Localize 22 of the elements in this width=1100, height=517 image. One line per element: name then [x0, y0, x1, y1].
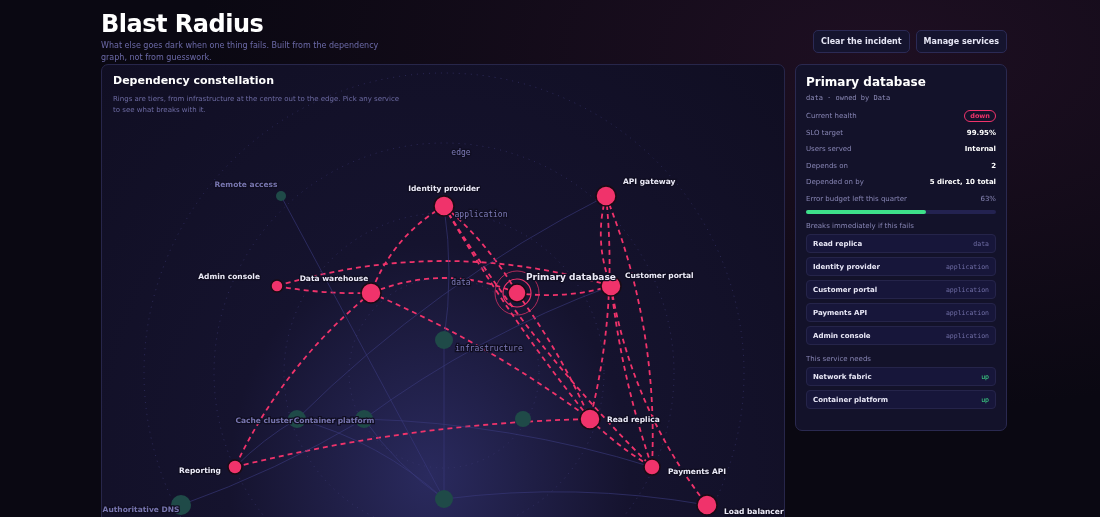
service-title: Primary database: [806, 75, 927, 89]
service-node[interactable]: [227, 459, 243, 475]
page-subtitle: What else goes dark when one thing fails. Built from the dependency graph, not from guesswork.: [101, 40, 380, 64]
service-node[interactable]: [435, 490, 453, 508]
service-node[interactable]: [270, 279, 284, 293]
service-node[interactable]: [433, 195, 455, 217]
service-node[interactable]: [360, 282, 382, 304]
action-button[interactable]: Manage services: [915, 30, 1007, 53]
panel-title: Dependency constellation: [113, 74, 274, 87]
service-node[interactable]: [435, 331, 453, 349]
service-node[interactable]: [643, 458, 661, 476]
service-node[interactable]: [696, 494, 718, 516]
tier-label: edge: [451, 148, 471, 157]
action-button[interactable]: Clear the incident: [813, 30, 910, 53]
service-node[interactable]: [595, 185, 617, 207]
service-node[interactable]: [579, 408, 601, 430]
tier-label: infrastructure: [455, 344, 523, 353]
tier-label: data: [451, 278, 471, 287]
service-node[interactable]: [515, 411, 531, 427]
page-title: Blast Radius: [101, 10, 265, 38]
tier-label: application: [454, 210, 508, 219]
service-node[interactable]: [276, 191, 286, 201]
